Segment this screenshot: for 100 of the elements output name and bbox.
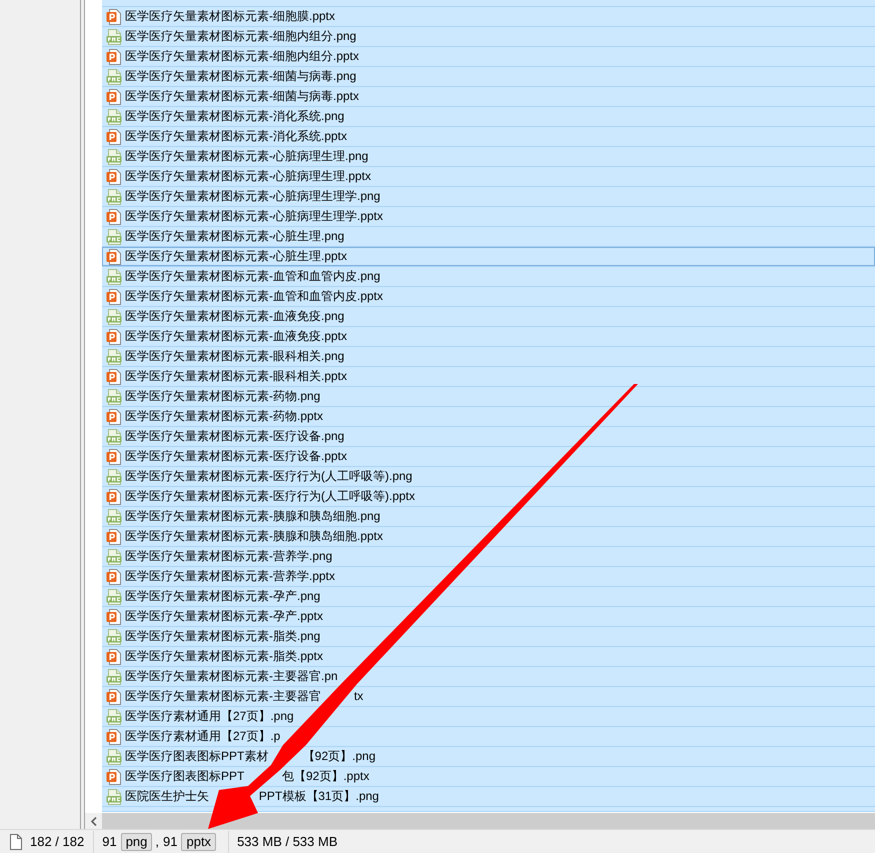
image-file-icon bbox=[106, 268, 122, 284]
presentation-file-icon bbox=[106, 408, 122, 424]
file-type-button[interactable]: pptx bbox=[181, 832, 216, 850]
file-row[interactable]: 医学医疗矢量素材图标元素-药物.png bbox=[102, 387, 875, 407]
file-name: 医学医疗矢量素材图标元素-脂类.pptx bbox=[125, 648, 324, 665]
file-row[interactable]: 医学医疗矢量素材图标元素-血管和血管内皮.pptx bbox=[102, 287, 875, 307]
file-name: 【92页】.png bbox=[302, 748, 376, 765]
file-name: 医学医疗矢量素材图标元素-医疗设备.pptx bbox=[125, 448, 348, 465]
file-name: 医学医疗矢量素材图标元素-血液免疫.pptx bbox=[125, 328, 348, 345]
file-row[interactable]: 医学医疗矢量素材图标元素-主要器官.pn bbox=[102, 667, 875, 687]
image-file-icon bbox=[106, 228, 122, 244]
image-file-icon bbox=[106, 708, 122, 724]
file-name: 医学医疗矢量素材图标元素-血管和血管内皮.pptx bbox=[125, 288, 384, 305]
file-row[interactable]: 医学医疗素材通用【27页】.png bbox=[102, 707, 875, 727]
file-name: 医学医疗矢量素材图标元素-细胞内组分.png bbox=[125, 28, 356, 45]
file-row[interactable]: 医学医疗矢量素材图标元素-药物.pptx bbox=[102, 407, 875, 427]
file-row[interactable]: 医学医疗矢量素材图标元素-心脏病理生理.pptx bbox=[102, 167, 875, 187]
file-row[interactable]: 医学医疗矢量素材图标元素-心脏病理生理学.png bbox=[102, 187, 875, 207]
file-name: 医学医疗矢量素材图标元素-药物.png bbox=[125, 388, 320, 405]
file-row[interactable]: 医学医疗矢量素材图标元素-消化系统.png bbox=[102, 107, 875, 127]
file-name: 医学医疗矢量素材图标元素-医疗设备.png bbox=[125, 428, 344, 445]
file-name: 医学医疗矢量素材图标元素-血管和血管内皮.png bbox=[125, 268, 380, 285]
file-row[interactable]: 医学医疗矢量素材图标元素-细胞内组分.png bbox=[102, 27, 875, 47]
image-file-icon bbox=[106, 108, 122, 124]
chevron-left-icon bbox=[90, 816, 96, 826]
image-file-icon bbox=[106, 548, 122, 564]
file-row[interactable]: 医学医疗矢量素材图标元素-细胞内组分.pptx bbox=[102, 47, 875, 67]
image-file-icon bbox=[106, 348, 122, 364]
file-row[interactable]: 医学医疗矢量素材图标元素-脂类.png bbox=[102, 627, 875, 647]
image-file-icon bbox=[106, 28, 122, 44]
file-name: 包【92页】.pptx bbox=[282, 768, 370, 785]
file-row[interactable]: 医学医疗矢量素材图标元素-胰腺和胰岛细胞.png bbox=[102, 507, 875, 527]
file-name: 医学医疗矢量素材图标元素-胰腺和胰岛细胞.png bbox=[125, 508, 380, 525]
image-file-icon bbox=[106, 588, 122, 604]
file-row[interactable]: 医学医疗矢量素材图标元素-心脏病理生理.png bbox=[102, 147, 875, 167]
file-name: 医学医疗素材通用【27页】.p bbox=[125, 728, 280, 745]
file-row[interactable]: 医学医疗图表图标PPT素材 【92页】.png bbox=[102, 747, 875, 767]
file-name: 医学医疗图表图标PPT素材 bbox=[125, 748, 268, 765]
presentation-file-icon bbox=[106, 488, 122, 504]
file-row[interactable]: 医学医疗矢量素材图标元素-血管和血管内皮.png bbox=[102, 267, 875, 287]
file-row[interactable]: 医学医疗矢量素材图标元素-心脏病理生理学.pptx bbox=[102, 207, 875, 227]
file-name: PPT模板【31页】.png bbox=[258, 788, 379, 805]
file-row[interactable]: 医学医疗矢量素材图标元素-孕产.pptx bbox=[102, 607, 875, 627]
file-name: 医学医疗矢量素材图标元素-医疗行为(人工呼吸等).png bbox=[125, 468, 412, 485]
item-count: 182 / 182 bbox=[30, 834, 84, 850]
file-row[interactable]: 医学医疗矢量素材图标元素-细菌与病毒.pptx bbox=[102, 87, 875, 107]
file-row[interactable]: 医学医疗矢量素材图标元素-细菌与病毒.png bbox=[102, 67, 875, 87]
file-name: 医学医疗矢量素材图标元素-细胞内组分.pptx bbox=[125, 48, 360, 65]
presentation-file-icon bbox=[106, 728, 122, 744]
file-row[interactable]: 医学医疗矢量素材图标元素-胰腺和胰岛细胞.pptx bbox=[102, 527, 875, 547]
presentation-file-icon bbox=[106, 448, 122, 464]
file-row[interactable]: 医学医疗矢量素材图标元素-消化系统.pptx bbox=[102, 127, 875, 147]
pane-splitter[interactable] bbox=[81, 0, 85, 829]
file-row[interactable]: 医学医疗矢量素材图标元素-营养学.png bbox=[102, 547, 875, 567]
file-name: 医学医疗矢量素材图标元素-医疗行为(人工呼吸等).pptx bbox=[125, 488, 416, 505]
image-file-icon bbox=[106, 668, 122, 684]
image-file-icon bbox=[106, 788, 122, 804]
image-file-icon bbox=[106, 468, 122, 484]
file-name: 医学医疗矢量素材图标元素-主要器官.pn bbox=[125, 668, 338, 685]
file-name: 医学医疗矢量素材图标元素-眼科相关.png bbox=[125, 348, 344, 365]
file-name: 医学医疗矢量素材图标元素-脂类.png bbox=[125, 628, 320, 645]
document-icon bbox=[10, 834, 22, 850]
presentation-file-icon bbox=[106, 528, 122, 544]
file-row[interactable]: 医学医疗矢量素材图标元素-心脏生理.png bbox=[102, 227, 875, 247]
file-row[interactable]: 医学医疗矢量素材图标元素-血液免疫.pptx bbox=[102, 327, 875, 347]
file-row[interactable]: 医学医疗矢量素材图标元素-眼科相关.pptx bbox=[102, 367, 875, 387]
file-row[interactable]: 医学医疗图表图标PPT 包【92页】.pptx bbox=[102, 767, 875, 787]
scrollbar-thumb[interactable] bbox=[102, 813, 875, 829]
image-file-icon bbox=[106, 508, 122, 524]
file-row[interactable]: 医学医疗矢量素材图标元素-孕产.png bbox=[102, 587, 875, 607]
file-row[interactable]: 医学医疗矢量素材图标元素-主要器官 tx bbox=[102, 687, 875, 707]
file-row[interactable]: 医学医疗矢量素材图标元素-心脏生理.pptx bbox=[102, 247, 875, 267]
file-name: 医学医疗矢量素材图标元素-细菌与病毒.pptx bbox=[125, 88, 360, 105]
file-row[interactable]: 医学医疗素材通用【27页】.p bbox=[102, 727, 875, 747]
file-name: 医学医疗矢量素材图标元素-心脏病理生理学.pptx bbox=[125, 208, 384, 225]
file-row[interactable]: 医学医疗矢量素材图标元素-医疗行为(人工呼吸等).pptx bbox=[102, 487, 875, 507]
file-name: 医学医疗矢量素材图标元素-主要器官 bbox=[125, 688, 321, 705]
file-row[interactable]: 医学医疗矢量素材图标元素-医疗行为(人工呼吸等).png bbox=[102, 467, 875, 487]
presentation-file-icon bbox=[106, 208, 122, 224]
file-name: 医学医疗矢量素材图标元素-血液免疫.png bbox=[125, 308, 344, 325]
file-name: 医学医疗矢量素材图标元素-细菌与病毒.png bbox=[125, 68, 356, 85]
file-row[interactable]: 医学医疗矢量素材图标元素-医疗设备.pptx bbox=[102, 447, 875, 467]
file-name: 医学医疗矢量素材图标元素-心脏病理生理.png bbox=[125, 148, 368, 165]
presentation-file-icon bbox=[106, 128, 122, 144]
file-row[interactable]: 医学医疗矢量素材图标元素-眼科相关.png bbox=[102, 347, 875, 367]
file-row[interactable]: 医学医疗矢量素材图标元素-营养学.pptx bbox=[102, 567, 875, 587]
presentation-file-icon bbox=[106, 168, 122, 184]
file-name: 医学医疗矢量素材图标元素-孕产.png bbox=[125, 588, 320, 605]
file-row[interactable]: 医学医疗矢量素材图标元素-血液免疫.png bbox=[102, 307, 875, 327]
file-name: 医学医疗图表图标PPT bbox=[125, 768, 244, 785]
file-name: 医学医疗矢量素材图标元素-心脏生理.png bbox=[125, 228, 344, 245]
image-file-icon bbox=[106, 628, 122, 644]
file-type-button[interactable]: png bbox=[120, 832, 152, 850]
file-row[interactable]: 医学医疗矢量素材图标元素-医疗设备.png bbox=[102, 427, 875, 447]
presentation-file-icon bbox=[106, 568, 122, 584]
image-file-icon bbox=[106, 148, 122, 164]
file-row[interactable]: 医学医疗矢量素材图标元素-脂类.pptx bbox=[102, 647, 875, 667]
file-name: 医学医疗矢量素材图标元素-胰腺和胰岛细胞.pptx bbox=[125, 528, 384, 545]
file-row[interactable]: 医院医生护士矢 PPT模板【31页】.png bbox=[102, 787, 875, 807]
image-file-icon bbox=[106, 68, 122, 84]
